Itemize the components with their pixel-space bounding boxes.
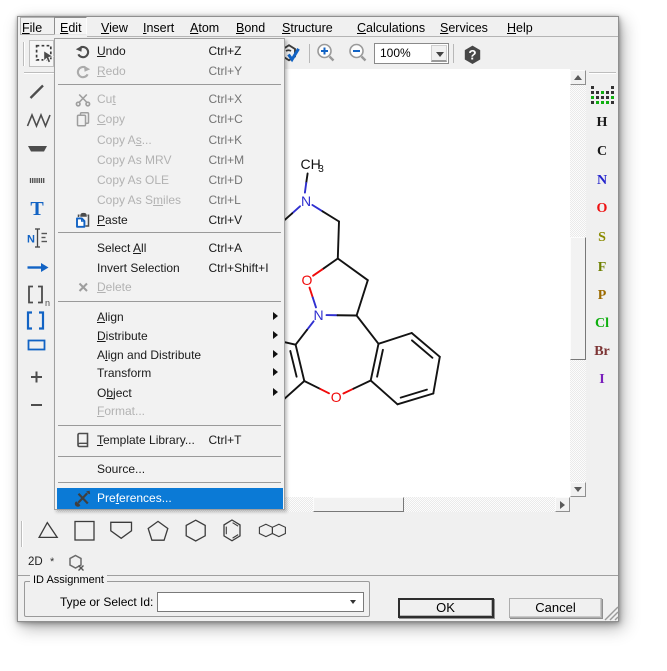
svg-text:?: ? bbox=[468, 48, 476, 63]
svg-text:O: O bbox=[331, 389, 342, 405]
svg-text:N: N bbox=[27, 234, 35, 246]
svg-text:3: 3 bbox=[318, 164, 324, 175]
svg-text:O: O bbox=[302, 272, 313, 288]
svg-text:N: N bbox=[313, 307, 323, 323]
svg-text:N: N bbox=[301, 193, 311, 209]
svg-text:n: n bbox=[45, 298, 50, 308]
svg-text:T: T bbox=[30, 198, 44, 220]
